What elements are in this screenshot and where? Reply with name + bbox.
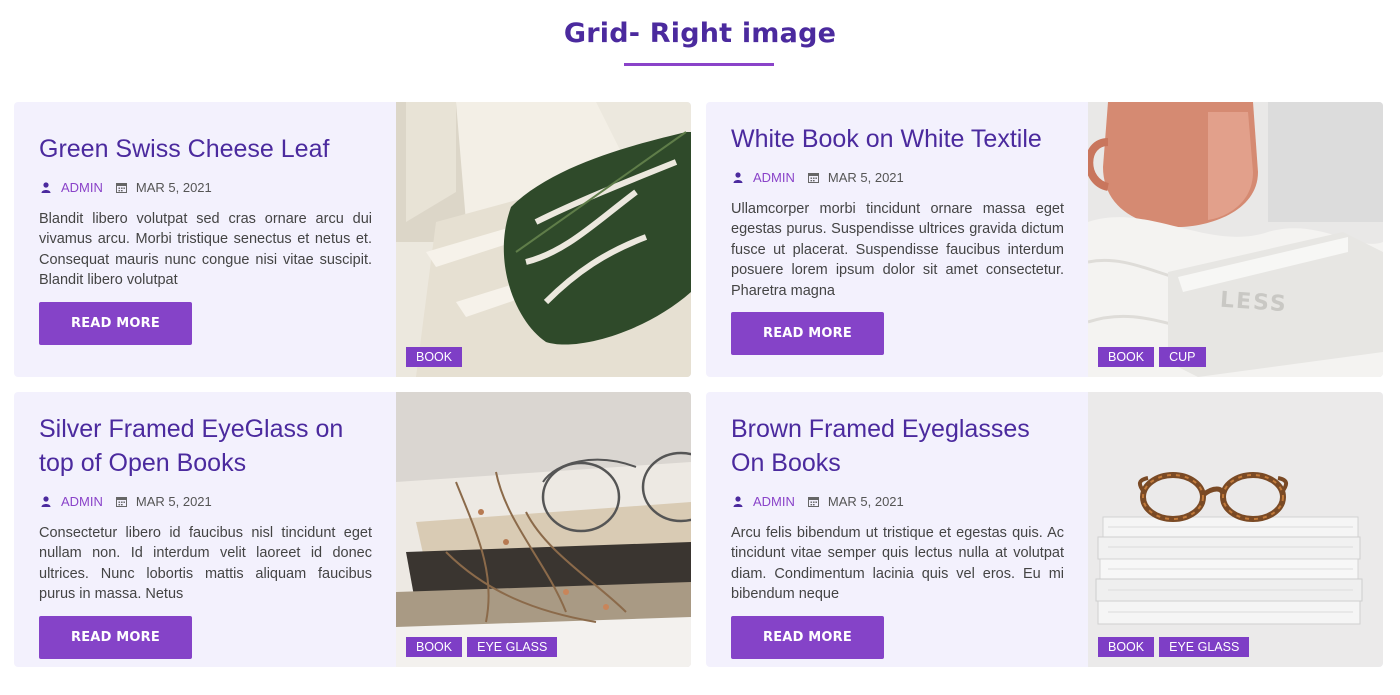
tag[interactable]: CUP [1159, 347, 1206, 367]
calendar-icon [115, 494, 129, 508]
post-title[interactable]: White Book on White Textile [731, 122, 1064, 156]
title-underline [624, 63, 774, 66]
post-meta: ADMIN MAR 5, 2021 [731, 169, 1064, 185]
book-spine-text: LESS [1219, 287, 1289, 318]
post-meta: ADMIN MAR 5, 2021 [39, 179, 372, 195]
post-image[interactable]: BOOK [396, 102, 691, 377]
post-author[interactable]: ADMIN [753, 494, 795, 509]
post-excerpt: Arcu felis bibendum ut tristique et eges… [731, 525, 1064, 603]
tag[interactable]: EYE GLASS [1159, 637, 1250, 657]
read-more-button[interactable]: READ MORE [39, 615, 192, 659]
post-author[interactable]: ADMIN [61, 494, 103, 509]
tag[interactable]: EYE GLASS [467, 637, 558, 657]
tag-list: BOOK CUP [1098, 347, 1206, 367]
post-title[interactable]: Green Swiss Cheese Leaf [39, 132, 372, 166]
post-image[interactable]: BOOK EYE GLASS [1088, 392, 1383, 667]
user-icon [39, 180, 53, 194]
user-icon [731, 170, 745, 184]
user-icon [731, 494, 745, 508]
calendar-icon [115, 180, 129, 194]
post-author[interactable]: ADMIN [753, 170, 795, 185]
post-meta: ADMIN MAR 5, 2021 [731, 493, 1064, 509]
post-image[interactable]: BOOK EYE GLASS [396, 392, 691, 667]
post-date: MAR 5, 2021 [135, 493, 212, 509]
section-title: Grid- Right image [563, 18, 837, 49]
post-card-2: White Book on White Textile ADMIN MAR 5,… [706, 102, 1383, 377]
post-card-3: Silver Framed EyeGlass on top of Open Bo… [14, 392, 691, 667]
post-excerpt: Consectetur libero id faucibus nisl tinc… [39, 525, 372, 603]
tag[interactable]: BOOK [1098, 347, 1155, 367]
read-more-button[interactable]: READ MORE [731, 312, 884, 356]
post-author[interactable]: ADMIN [61, 180, 103, 195]
post-title[interactable]: Brown Framed Eyeglasses On Books [731, 412, 1064, 480]
post-date: MAR 5, 2021 [827, 493, 904, 509]
tag-list: BOOK EYE GLASS [1098, 637, 1250, 657]
post-image[interactable]: LESS BOOK CUP [1088, 102, 1383, 377]
tag-list: BOOK EYE GLASS [406, 637, 558, 657]
post-excerpt: Ullamcorper morbi tincidunt ornare massa… [731, 201, 1064, 299]
post-meta: ADMIN MAR 5, 2021 [39, 493, 372, 509]
post-title[interactable]: Silver Framed EyeGlass on top of Open Bo… [39, 412, 372, 480]
calendar-icon [807, 170, 821, 184]
post-date: MAR 5, 2021 [135, 179, 212, 195]
post-card-1: Green Swiss Cheese Leaf ADMIN MAR 5, 202… [14, 102, 691, 377]
tag[interactable]: BOOK [1098, 637, 1155, 657]
tag[interactable]: BOOK [406, 637, 463, 657]
tag[interactable]: BOOK [406, 347, 463, 367]
read-more-button[interactable]: READ MORE [39, 301, 192, 345]
user-icon [39, 494, 53, 508]
tag-list: BOOK [406, 347, 463, 367]
calendar-icon [807, 494, 821, 508]
post-excerpt: Blandit libero volutpat sed cras ornare … [39, 211, 372, 289]
post-card-4: Brown Framed Eyeglasses On Books ADMIN M… [706, 392, 1383, 667]
post-date: MAR 5, 2021 [827, 169, 904, 185]
read-more-button[interactable]: READ MORE [731, 615, 884, 659]
